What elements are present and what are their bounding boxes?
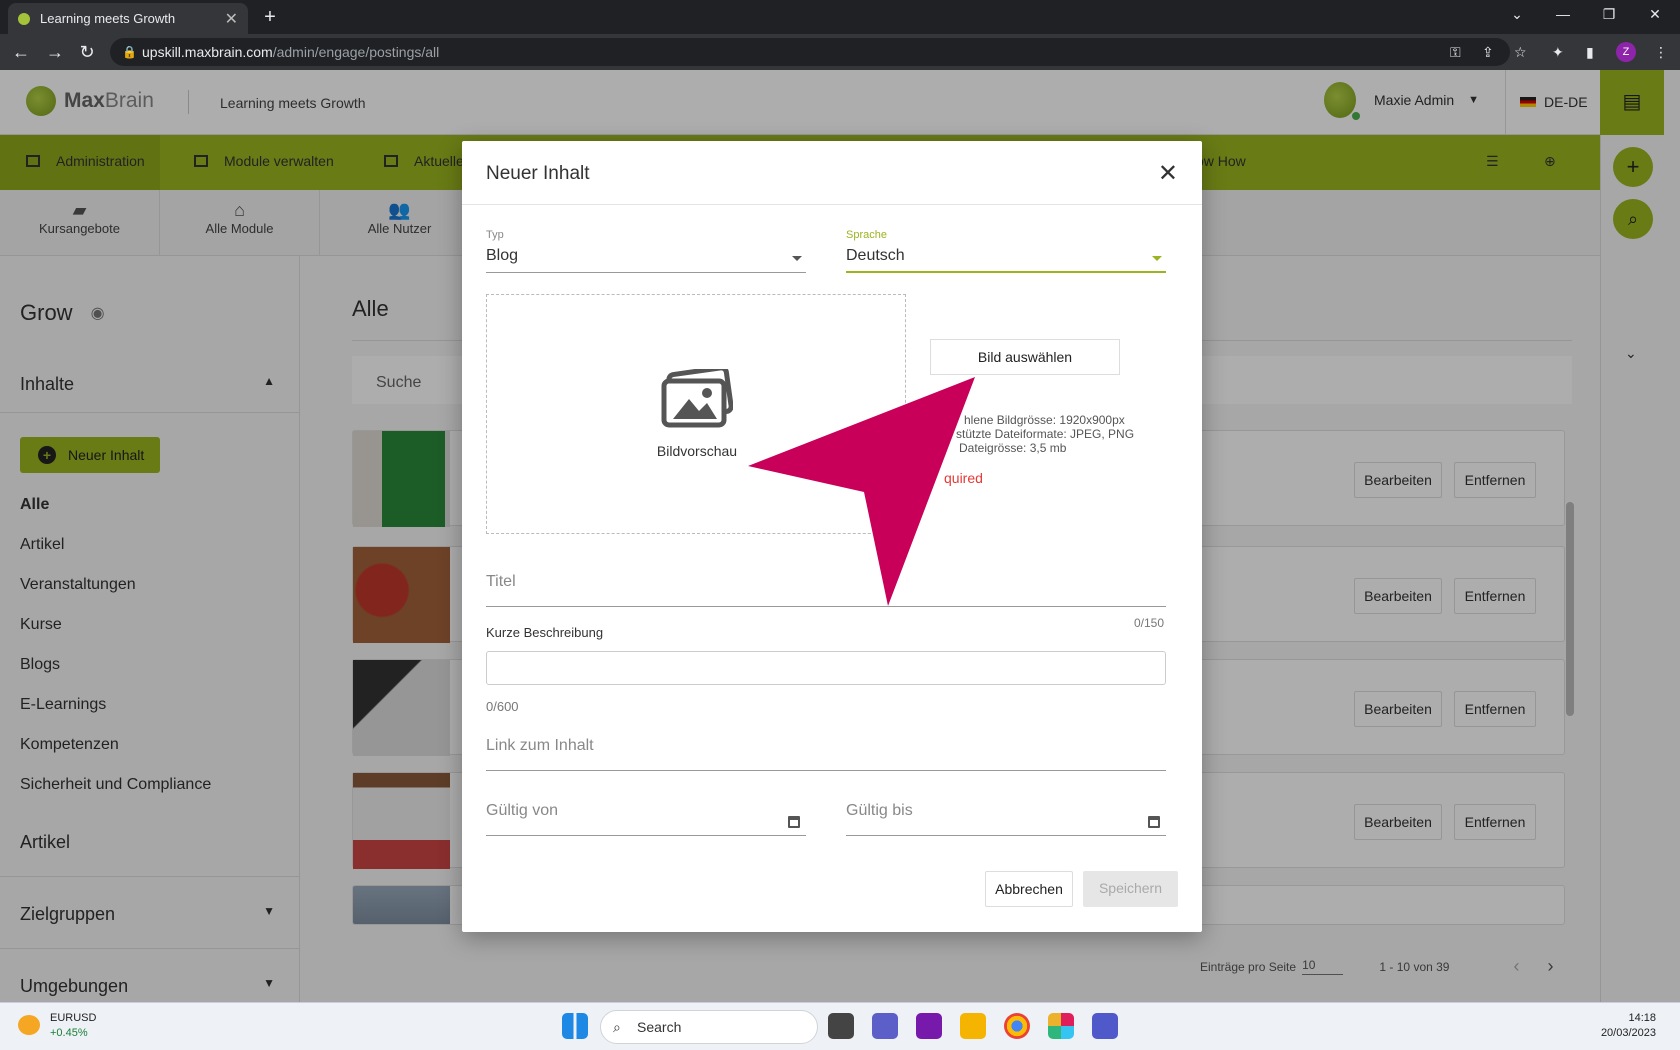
type-value: Blog	[486, 247, 519, 264]
type-select[interactable]: Typ Blog	[486, 229, 806, 273]
hint-formats: stützte Dateiformate: JPEG, PNG	[956, 427, 1135, 441]
onenote-icon[interactable]	[916, 1013, 942, 1039]
os-taskbar: EURUSD +0.45% ⌕ Search 14:18 20/03/2023	[0, 1002, 1680, 1050]
valid-to-input[interactable]: Gültig bis	[846, 802, 1166, 836]
hint-max-size: Dateigrösse: 3,5 mb	[959, 441, 1067, 455]
clock-date: 20/03/2023	[1600, 1027, 1656, 1039]
system-clock[interactable]: 14:18 20/03/2023	[1601, 1011, 1656, 1041]
language-value: Deutsch	[846, 247, 905, 264]
description-counter: 0/600	[486, 699, 519, 714]
start-icon[interactable]	[562, 1013, 588, 1039]
description-input[interactable]	[486, 651, 1166, 685]
url-host: upskill.maxbrain.com	[142, 44, 273, 60]
new-content-dialog: Neuer Inhalt ✕ Typ Blog Sprache Deutsch …	[462, 141, 1202, 932]
share-icon[interactable]: ⇪	[1482, 44, 1494, 61]
weather-ticker-widget[interactable]: EURUSD +0.45%	[18, 1011, 96, 1041]
tab-search-icon[interactable]: ⌄	[1494, 0, 1540, 30]
save-button[interactable]: Speichern	[1083, 871, 1178, 907]
language-label: Sprache	[846, 229, 887, 241]
clock-time: 14:18	[1628, 1012, 1656, 1024]
ticker-icon	[18, 1015, 40, 1035]
url-path: /admin/engage/postings/all	[272, 44, 440, 60]
restore-button[interactable]: ❐	[1586, 0, 1632, 30]
calendar-icon[interactable]	[788, 816, 800, 828]
new-tab-button[interactable]: +	[258, 6, 282, 30]
dropdown-caret-icon	[792, 256, 802, 261]
preview-caption: Bildvorschau	[656, 443, 738, 459]
ticker-change: +0.45%	[50, 1027, 88, 1039]
url-field[interactable]: 🔒 upskill.maxbrain.com/admin/engage/post…	[110, 38, 1510, 66]
file-explorer-icon[interactable]	[960, 1013, 986, 1039]
browser-tab-strip: Learning meets Growth ✕ + ⌄ — ❐ ✕	[0, 0, 1680, 34]
title-placeholder: Titel	[486, 573, 516, 590]
search-icon: ⌕	[613, 1019, 621, 1035]
description-label: Kurze Beschreibung	[486, 625, 604, 640]
dropdown-caret-icon	[1152, 256, 1162, 261]
taskbar-search[interactable]: ⌕ Search	[600, 1010, 818, 1044]
extensions-icon[interactable]: ✦	[1552, 44, 1564, 61]
valid-from-placeholder: Gültig von	[486, 802, 559, 819]
forward-icon[interactable]: →	[44, 42, 66, 63]
calendar-icon[interactable]	[1148, 816, 1160, 828]
dialog-header: Neuer Inhalt ✕	[462, 141, 1202, 205]
lock-icon: 🔒	[122, 45, 137, 59]
bookmark-star-icon[interactable]: ☆	[1514, 44, 1527, 61]
address-bar-row: ← → ↻ 🔒 upskill.maxbrain.com/admin/engag…	[0, 34, 1680, 70]
browser-tab[interactable]: Learning meets Growth ✕	[8, 3, 248, 34]
link-placeholder: Link zum Inhalt	[486, 737, 594, 754]
pick-image-button[interactable]: Bild auswählen	[930, 339, 1120, 375]
side-panel-icon[interactable]: ▮	[1586, 44, 1594, 61]
reload-icon[interactable]: ↻	[76, 42, 98, 63]
required-error: quired	[944, 470, 983, 486]
profile-avatar[interactable]: Z	[1616, 42, 1636, 62]
title-counter: 0/150	[1134, 616, 1165, 630]
title-input[interactable]: Titel	[486, 573, 1166, 607]
language-select[interactable]: Sprache Deutsch	[846, 229, 1166, 273]
task-view-icon[interactable]	[828, 1013, 854, 1039]
chat-app-icon[interactable]	[872, 1013, 898, 1039]
hint-size: hlene Bildgrösse: 1920x900px	[964, 413, 1125, 427]
close-window-button[interactable]: ✕	[1632, 0, 1678, 30]
minimize-button[interactable]: —	[1540, 0, 1586, 30]
browser-menu-icon[interactable]: ⋮	[1654, 44, 1668, 61]
image-preview-dropzone[interactable]: Bildvorschau	[486, 294, 906, 534]
dialog-title: Neuer Inhalt	[486, 163, 590, 184]
chrome-icon[interactable]	[1004, 1013, 1030, 1039]
link-input[interactable]: Link zum Inhalt	[486, 737, 1166, 771]
cancel-button[interactable]: Abbrechen	[985, 871, 1073, 907]
close-tab-icon[interactable]: ✕	[225, 9, 238, 29]
favicon-icon	[18, 12, 30, 25]
tab-title: Learning meets Growth	[40, 11, 176, 26]
valid-to-placeholder: Gültig bis	[846, 802, 913, 819]
key-icon[interactable]: ⚿	[1450, 44, 1461, 61]
type-label: Typ	[486, 229, 504, 241]
valid-from-input[interactable]: Gültig von	[486, 802, 806, 836]
ticker-symbol: EURUSD	[50, 1012, 97, 1024]
back-icon[interactable]: ←	[10, 42, 32, 63]
teams-icon[interactable]	[1092, 1013, 1118, 1039]
slack-icon[interactable]	[1048, 1013, 1074, 1039]
image-placeholder-icon	[661, 365, 734, 434]
close-icon[interactable]: ✕	[1158, 159, 1178, 188]
